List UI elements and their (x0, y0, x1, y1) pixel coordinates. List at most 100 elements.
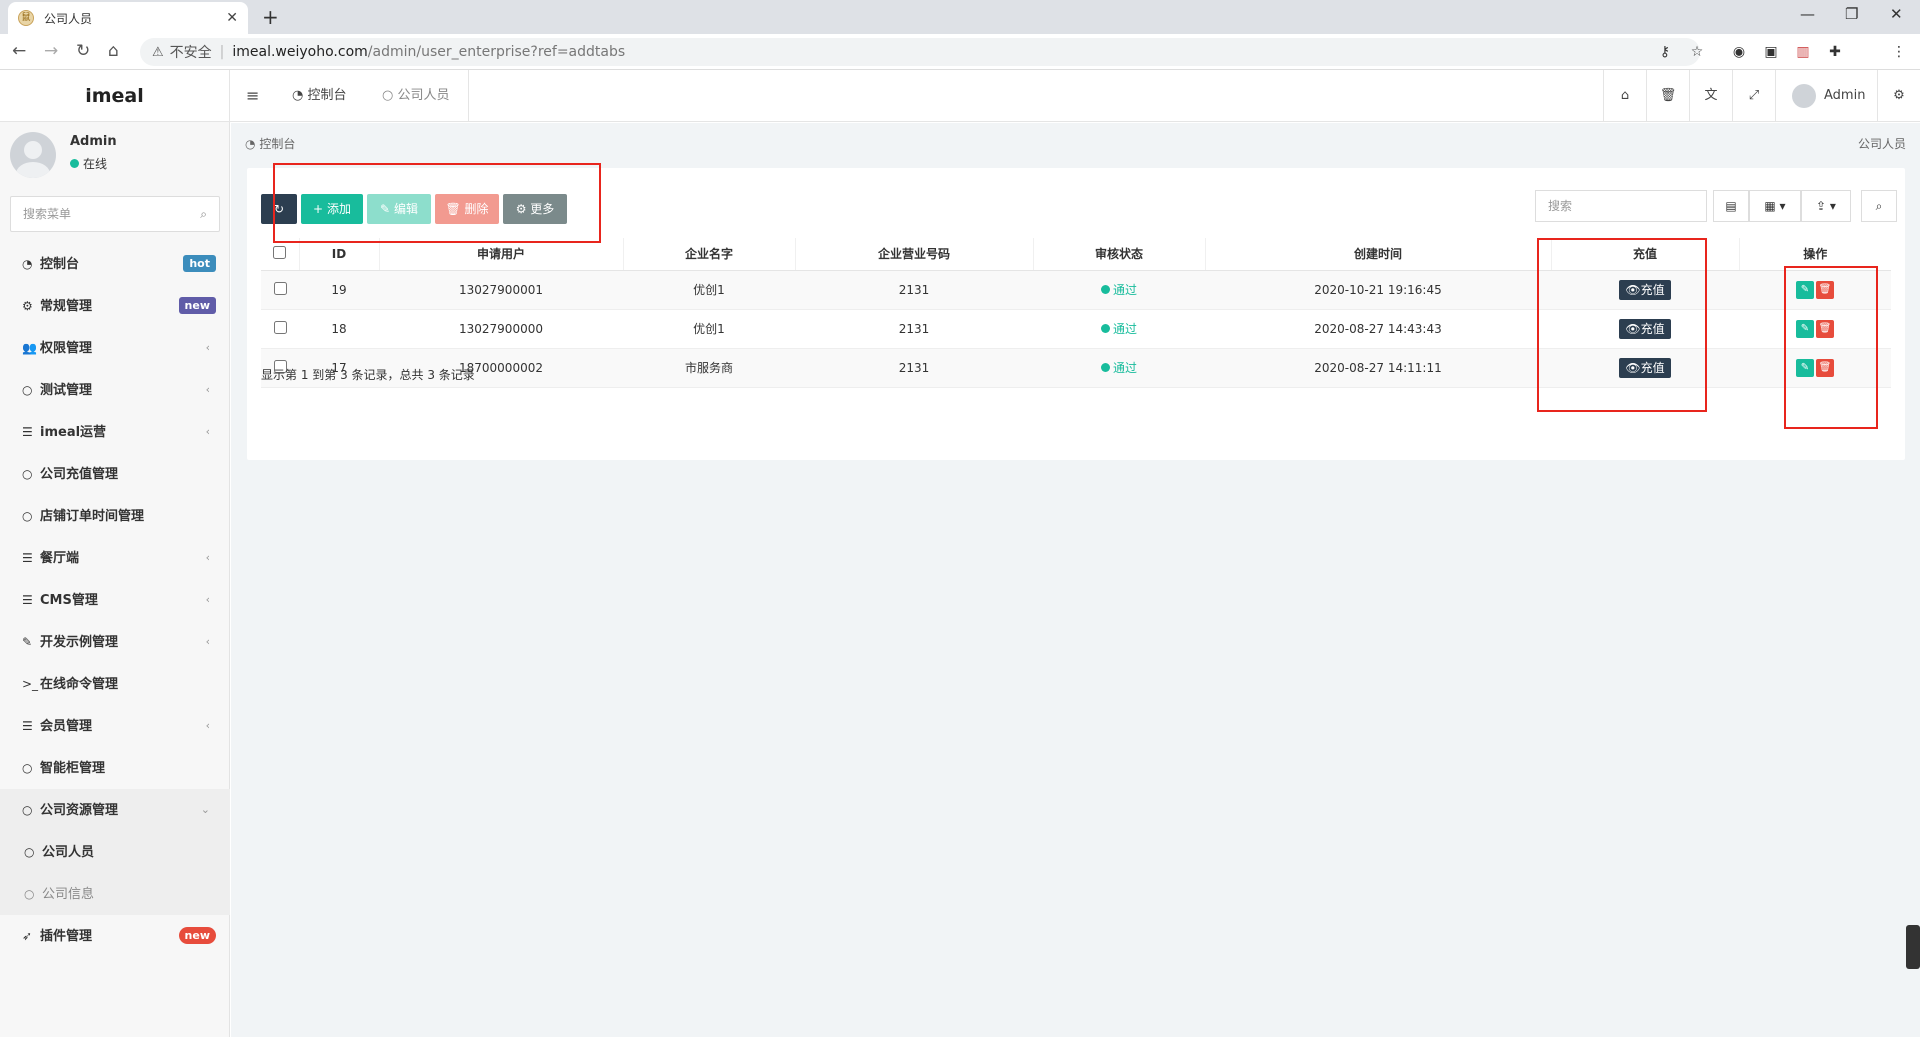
list-icon: ☰ (22, 551, 33, 565)
column-header[interactable]: 企业名字 (622, 238, 795, 271)
tab-company-staff-label: 公司人员 (397, 88, 450, 103)
settings-gears-icon[interactable]: ⚙ (1877, 70, 1920, 122)
sidebar-item-company-info[interactable]: ○ 公司信息 (0, 873, 230, 915)
sidebar-item-dashboard[interactable]: ◔ 控制台 hot (0, 243, 230, 285)
sidebar-item-company-resources[interactable]: ○ 公司资源管理 ⌄ (0, 789, 230, 831)
sidebar-item-test[interactable]: ○ 测试管理 ‹ (0, 369, 230, 411)
cogs-icon: ⚙ (22, 299, 33, 313)
dashboard-icon: ◔ (245, 137, 256, 151)
sidebar-item-imeal-ops[interactable]: ☰ imeal运营 ‹ (0, 411, 230, 453)
new-badge: new (178, 927, 216, 944)
column-header[interactable]: 创建时间 (1204, 238, 1551, 271)
sidebar-item-company-staff[interactable]: ○ 公司人员 (0, 831, 230, 873)
list-icon: ☰ (22, 425, 33, 439)
url-host: imeal.weiyoho.com (232, 44, 368, 60)
user-avatar (10, 132, 56, 178)
back-icon[interactable]: ← (12, 41, 26, 61)
tab-dashboard-label: 控制台 (307, 88, 347, 103)
browser-tab[interactable]: 鼠 公司人员 ✕ (8, 2, 248, 34)
sidebar-item-label: 智能柜管理 (40, 761, 106, 776)
sidebar-item-cms[interactable]: ☰ CMS管理 ‹ (0, 579, 230, 621)
window-close-icon[interactable]: ✕ (1890, 5, 1903, 23)
forward-icon[interactable]: → (44, 41, 58, 61)
dashboard-icon: ◔ (22, 257, 33, 271)
browser-tab-title: 公司人员 (44, 11, 93, 26)
extension-books-icon[interactable]: ▥ (1794, 43, 1812, 61)
tab-company-staff[interactable]: ○ 公司人员 (382, 70, 450, 122)
sidebar-item-dev-examples[interactable]: ✎ 开发示例管理 ‹ (0, 621, 230, 663)
app-logo[interactable]: imeal (0, 70, 230, 122)
browser-tab-strip: 鼠 公司人员 ✕ + — ❐ ✕ (0, 0, 1920, 34)
column-header[interactable]: 企业营业号码 (794, 238, 1033, 271)
select-all-checkbox[interactable] (273, 245, 287, 259)
sidebar: Admin 在线 搜索菜单 ⌕ ◔ 控制台 hot ⚙ 常规管理 new 👥 权限管理 ‹ ○… (0, 122, 230, 1037)
sidebar-item-smart-cabinet[interactable]: ○ 智能柜管理 (0, 747, 230, 789)
key-icon[interactable]: ⚷ (1656, 43, 1674, 61)
circle-icon: ○ (24, 887, 35, 901)
sidebar-item-plugins[interactable]: ➶ 插件管理 new (0, 915, 230, 957)
list-icon: ☰ (22, 593, 33, 607)
sidebar-item-label: 公司资源管理 (40, 803, 119, 818)
cell-company: 优创1 (623, 270, 795, 310)
reload-icon[interactable]: ↻ (76, 41, 90, 61)
language-icon[interactable]: 文 (1689, 70, 1732, 122)
sidebar-item-online-command[interactable]: >_ 在线命令管理 (0, 663, 230, 705)
sidebar-item-label: 餐厅端 (40, 551, 80, 566)
new-tab-button[interactable]: + (262, 5, 279, 29)
columns-button[interactable]: ▦ ▾ (1749, 190, 1801, 222)
cell-license: 2131 (795, 348, 1033, 388)
status-badge[interactable]: 通过 (1100, 322, 1137, 336)
status-badge[interactable]: 通过 (1100, 283, 1137, 297)
cell-user: 13027900001 (379, 270, 623, 310)
breadcrumb[interactable]: ◔ 控制台 (245, 135, 295, 152)
tab-divider (468, 70, 469, 122)
sidebar-item-general[interactable]: ⚙ 常规管理 new (0, 285, 230, 327)
chevron-left-icon: ‹ (205, 425, 210, 438)
admin-menu[interactable]: Admin (1775, 70, 1877, 122)
row-checkbox[interactable] (273, 281, 287, 295)
status-badge[interactable]: 通过 (1100, 361, 1137, 375)
sidebar-item-company-recharge[interactable]: ○ 公司充值管理 (0, 453, 230, 495)
row-checkbox[interactable] (273, 320, 287, 334)
bookmark-star-icon[interactable]: ☆ (1688, 43, 1706, 61)
sidebar-item-members[interactable]: ☰ 会员管理 ‹ (0, 705, 230, 747)
toggle-view-button[interactable]: ▤ (1713, 190, 1749, 222)
annotation-box-toolbar (273, 163, 601, 243)
new-badge: new (178, 297, 216, 314)
hot-badge: hot (183, 255, 216, 272)
home-icon[interactable]: ⌂ (108, 41, 119, 61)
trash-icon[interactable]: 🗑 (1646, 70, 1689, 122)
table-search-input[interactable]: 搜索 (1535, 190, 1707, 222)
chevron-left-icon: ‹ (205, 383, 210, 396)
cell-status: 通过 (1033, 270, 1205, 310)
home-nav-icon[interactable]: ⌂ (1603, 70, 1646, 122)
puzzle-icon[interactable]: ✚ (1826, 43, 1844, 61)
circle-icon: ○ (24, 845, 35, 859)
cell-id: 19 (299, 270, 379, 310)
export-button[interactable]: ⇪ ▾ (1801, 190, 1851, 222)
menu-dots-icon[interactable]: ⋮ (1890, 43, 1908, 61)
minimize-icon[interactable]: — (1800, 5, 1815, 23)
extension-square-icon[interactable]: ▣ (1762, 43, 1780, 61)
restore-icon[interactable]: ❐ (1845, 5, 1858, 23)
row-select-cell (261, 309, 299, 349)
tab-dashboard[interactable]: ◔ 控制台 (292, 70, 347, 122)
chevron-left-icon: ‹ (205, 635, 210, 648)
close-tab-icon[interactable]: ✕ (226, 10, 238, 26)
extension-icon[interactable]: ◉ (1730, 43, 1748, 61)
hamburger-icon[interactable]: ≡ (246, 70, 259, 122)
sidebar-item-permissions[interactable]: 👥 权限管理 ‹ (0, 327, 230, 369)
omnibox[interactable]: ⚠ 不安全 | imeal.weiyoho.com /admin/user_en… (140, 38, 1700, 66)
sidebar-item-restaurant[interactable]: ☰ 餐厅端 ‹ (0, 537, 230, 579)
sidebar-search-input[interactable]: 搜索菜单 ⌕ (10, 196, 220, 232)
status-dot-icon (1100, 324, 1110, 333)
fullscreen-icon[interactable]: ⤢ (1732, 70, 1775, 122)
sidebar-item-label: 在线命令管理 (40, 677, 119, 692)
list-icon: ☰ (22, 719, 33, 733)
circle-icon: ○ (22, 761, 33, 775)
search-toggle-button[interactable]: ⌕ (1861, 190, 1897, 222)
app-topbar: ≡ ◔ 控制台 ○ 公司人员 ⌂ 🗑 文 ⤢ Admin ⚙ (230, 70, 1920, 122)
floating-scroll-handle[interactable] (1906, 925, 1920, 969)
sidebar-item-shop-order-time[interactable]: ○ 店铺订单时间管理 (0, 495, 230, 537)
column-header[interactable]: 审核状态 (1032, 238, 1205, 271)
